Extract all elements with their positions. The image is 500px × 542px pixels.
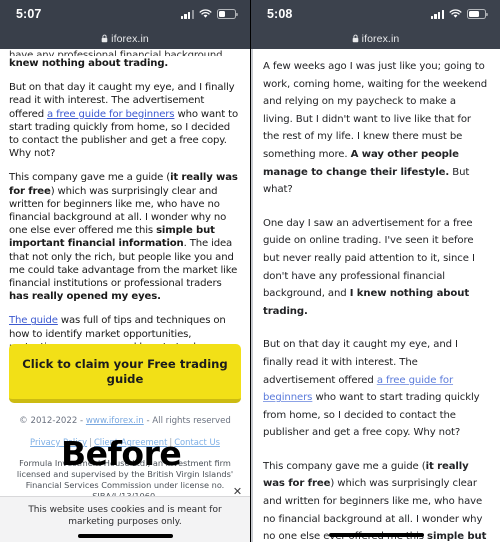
link-separator-1: | — [89, 437, 92, 447]
cookie-banner-left: ✕ This website uses cookies and is meant… — [0, 486, 250, 542]
cellular-signal-icon — [430, 9, 444, 19]
status-clock: 5:07 — [16, 7, 42, 21]
cta-button[interactable]: Click to claim your Free trading guide — [9, 344, 241, 403]
url-bar-right[interactable]: iforex.in — [251, 28, 500, 49]
url-text: iforex.in — [111, 32, 149, 45]
status-clock: 5:08 — [267, 7, 293, 21]
site-url-link[interactable]: www.iforex.in — [86, 416, 144, 426]
webpage-right[interactable]: A few weeks ago I was just like you; goi… — [251, 49, 500, 542]
paragraph-2: One day I saw an advertisement for a fre… — [263, 217, 475, 317]
wifi-icon — [199, 9, 212, 19]
cellular-signal-icon — [180, 9, 194, 19]
home-indicator[interactable] — [77, 534, 173, 538]
after-panel: 5:08 iforex.in A few weeks ago I was jus… — [250, 0, 500, 542]
before-panel: 5:07 iforex.in have any professional fin… — [0, 0, 250, 542]
paragraph-bold-tail: knew nothing about trading. — [9, 58, 169, 69]
status-bar-left: 5:07 — [0, 0, 250, 28]
article-content-right: A few weeks ago I was just like you; goi… — [251, 58, 500, 542]
free-guide-link[interactable]: a free guide for beginners — [47, 109, 175, 120]
url-bar-left[interactable]: iforex.in — [0, 28, 250, 49]
comparison-stage: 5:07 iforex.in have any professional fin… — [0, 0, 500, 542]
close-icon[interactable]: ✕ — [232, 486, 243, 497]
client-agreement-link[interactable]: Client Agreement — [94, 437, 167, 447]
footer-links: Privacy Policy | Client Agreement | Contact … — [0, 437, 250, 447]
lock-icon — [101, 34, 108, 43]
webpage-left[interactable]: have any professional financial backgrou… — [0, 49, 250, 542]
paragraph-1: A few weeks ago I was just like you; goi… — [263, 61, 488, 196]
status-bar-right: 5:08 — [251, 0, 500, 28]
lock-icon — [352, 34, 359, 43]
paragraph-2: This company gave me a guide (it really … — [9, 172, 238, 303]
clipped-paragraph-top: have any professional financial backgrou… — [9, 50, 226, 56]
privacy-policy-link[interactable]: Privacy Policy — [30, 437, 87, 447]
copyright-line: © 2012-2022 - www.iforex.in - All rights… — [19, 416, 231, 426]
status-indicators — [180, 9, 238, 19]
contact-us-link[interactable]: Contact Us — [174, 437, 220, 447]
battery-icon — [467, 9, 488, 19]
the-guide-link[interactable]: The guide — [9, 315, 58, 326]
status-indicators — [430, 9, 488, 19]
cookie-text: This website uses cookies and is meant f… — [28, 505, 222, 527]
paragraph-4: This company gave me a guide (it really … — [263, 460, 487, 542]
home-indicator[interactable] — [329, 533, 424, 537]
wifi-icon — [449, 9, 462, 19]
battery-icon — [217, 9, 238, 19]
paragraph-3: But on that day it caught my eye, and I … — [263, 339, 480, 439]
paragraph-1: But on that day it caught my eye, and I … — [9, 82, 239, 160]
url-text: iforex.in — [361, 32, 400, 45]
